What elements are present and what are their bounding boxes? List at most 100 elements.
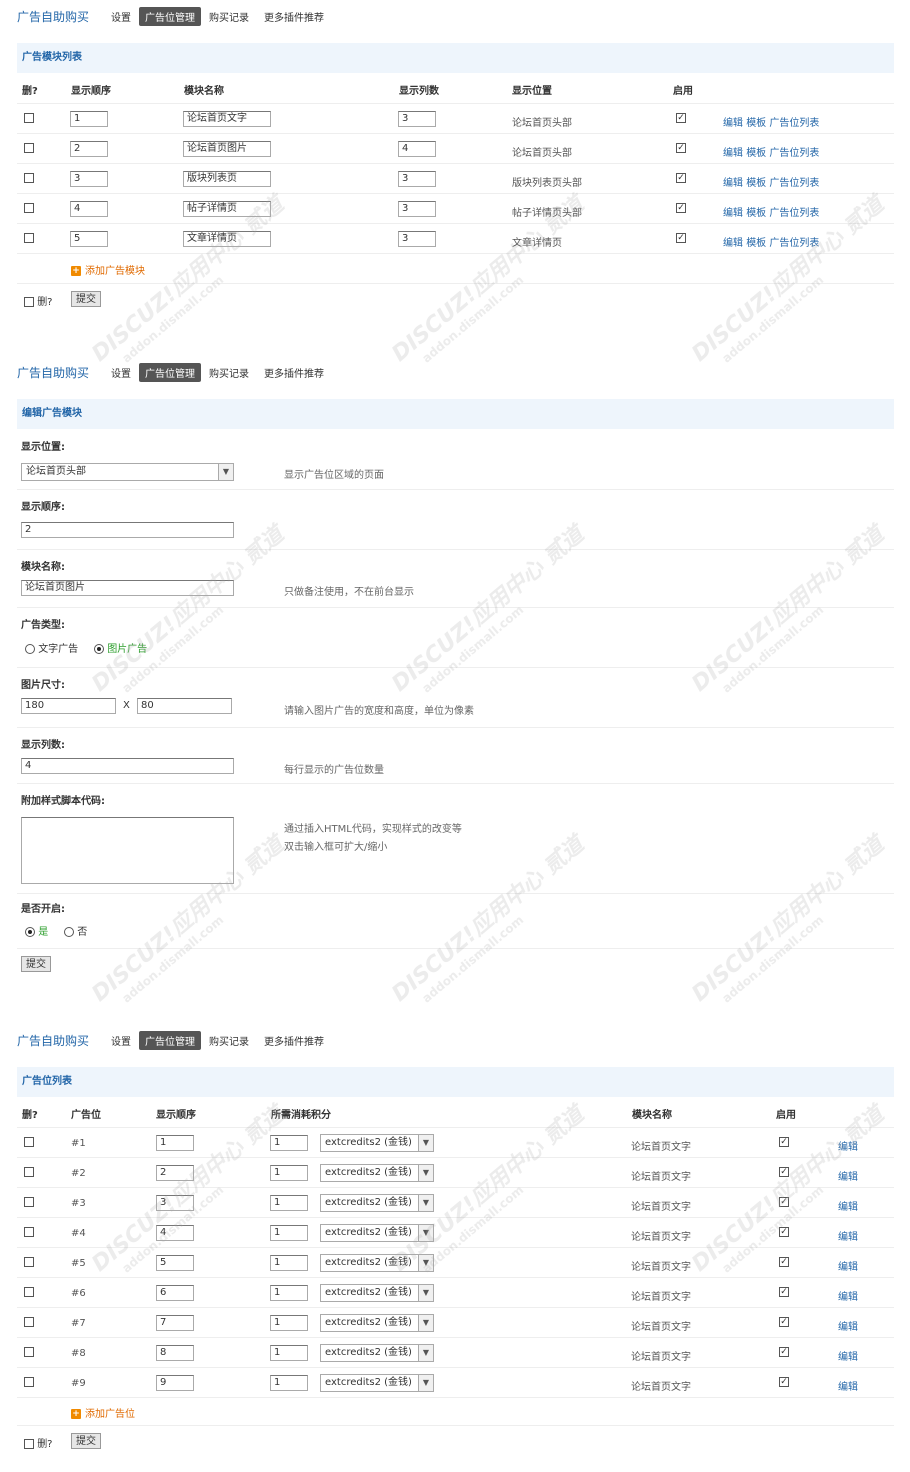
slot-edit-link[interactable]: 编辑	[838, 1228, 858, 1243]
credit-select[interactable]: extcredits2 (金钱) ▼	[320, 1314, 434, 1332]
slot-list-link[interactable]: 广告位列表	[769, 178, 819, 189]
credit-select[interactable]: extcredits2 (金钱) ▼	[320, 1134, 434, 1152]
order-input[interactable]: 3	[70, 171, 108, 187]
row-delete-checkbox[interactable]	[24, 143, 34, 154]
edit-submit-button[interactable]: 提交	[21, 956, 51, 972]
delete-checkbox[interactable]	[24, 233, 34, 243]
delete-checkbox[interactable]	[24, 1197, 34, 1207]
enabled-checkbox[interactable]	[779, 1197, 789, 1207]
enabled-checkbox[interactable]	[676, 203, 686, 213]
slot-cost-input[interactable]: 1	[270, 1135, 308, 1151]
slot-order-input[interactable]: 9	[156, 1375, 194, 1391]
enabled-checkbox[interactable]	[779, 1167, 789, 1177]
enabled-checkbox[interactable]	[676, 113, 686, 123]
slot-edit-link[interactable]: 编辑	[838, 1258, 858, 1273]
row-delete-checkbox[interactable]	[24, 173, 34, 184]
module-name-input[interactable]: 帖子详情页	[183, 201, 271, 217]
nav-item-more-plugins[interactable]: 更多插件推荐	[264, 363, 324, 382]
slot-order-input[interactable]: 2	[156, 1165, 194, 1181]
row-delete-checkbox[interactable]	[24, 233, 34, 244]
height-input[interactable]: 80	[137, 698, 232, 714]
slot-edit-link[interactable]: 编辑	[838, 1288, 858, 1303]
delete-checkbox[interactable]	[24, 1347, 34, 1357]
type-text-radio[interactable]	[25, 644, 35, 654]
cols-input[interactable]: 4	[398, 141, 436, 157]
delete-checkbox[interactable]	[24, 1167, 34, 1177]
delete-checkbox[interactable]	[24, 1287, 34, 1297]
open-no-option[interactable]: 否	[64, 923, 87, 938]
slot-edit-link[interactable]: 编辑	[838, 1318, 858, 1333]
edit-link[interactable]: 编辑	[723, 148, 743, 159]
position-select[interactable]: 论坛首页头部 ▼	[21, 463, 234, 481]
nav-item-purchase-log[interactable]: 购买记录	[209, 1031, 249, 1050]
slot-cost-input[interactable]: 1	[270, 1375, 308, 1391]
slot-cost-input[interactable]: 1	[270, 1195, 308, 1211]
slot-edit-link[interactable]: 编辑	[838, 1378, 858, 1393]
cols-input[interactable]: 4	[21, 758, 234, 774]
row-delete-checkbox[interactable]	[24, 1167, 34, 1178]
template-link[interactable]: 模板	[746, 238, 766, 249]
delete-checkbox[interactable]	[24, 203, 34, 213]
slot-edit-link[interactable]: 编辑	[838, 1348, 858, 1363]
delete-checkbox[interactable]	[24, 143, 34, 153]
slot-cost-input[interactable]: 1	[270, 1225, 308, 1241]
slot-cost-input[interactable]: 1	[270, 1345, 308, 1361]
nav-item-more-plugins[interactable]: 更多插件推荐	[264, 7, 324, 26]
enabled-checkbox[interactable]	[779, 1347, 789, 1357]
slot-cost-input[interactable]: 1	[270, 1315, 308, 1331]
delete-checkbox[interactable]	[24, 1377, 34, 1387]
submit-button[interactable]: 提交	[71, 291, 101, 307]
module-name-input[interactable]: 版块列表页	[183, 171, 271, 187]
slot-list-link[interactable]: 广告位列表	[769, 148, 819, 159]
nav-item-more-plugins[interactable]: 更多插件推荐	[264, 1031, 324, 1050]
row-delete-checkbox[interactable]	[24, 203, 34, 214]
credit-select[interactable]: extcredits2 (金钱) ▼	[320, 1374, 434, 1392]
edit-link[interactable]: 编辑	[723, 238, 743, 249]
row-delete-checkbox[interactable]	[24, 1197, 34, 1208]
slot-cost-input[interactable]: 1	[270, 1285, 308, 1301]
row-delete-checkbox[interactable]	[24, 1287, 34, 1298]
nav-item-settings[interactable]: 设置	[111, 1031, 131, 1050]
type-image-radio[interactable]	[94, 644, 104, 654]
order-input[interactable]: 1	[70, 111, 108, 127]
credit-select[interactable]: extcredits2 (金钱) ▼	[320, 1344, 434, 1362]
enabled-checkbox[interactable]	[779, 1377, 789, 1387]
order-input[interactable]: 5	[70, 231, 108, 247]
open-no-radio[interactable]	[64, 927, 74, 937]
credit-select[interactable]: extcredits2 (金钱) ▼	[320, 1224, 434, 1242]
module-name-input[interactable]: 论坛首页图片	[183, 141, 271, 157]
template-link[interactable]: 模板	[746, 178, 766, 189]
slot-edit-link[interactable]: 编辑	[838, 1198, 858, 1213]
delete-checkbox[interactable]	[24, 1257, 34, 1267]
template-link[interactable]: 模板	[746, 208, 766, 219]
order-input[interactable]: 2	[21, 522, 234, 538]
slot-order-input[interactable]: 5	[156, 1255, 194, 1271]
open-yes-option[interactable]: 是	[25, 923, 48, 938]
name-input[interactable]: 论坛首页图片	[21, 580, 234, 596]
slot-order-input[interactable]: 7	[156, 1315, 194, 1331]
enabled-checkbox[interactable]	[779, 1317, 789, 1327]
width-input[interactable]: 180	[21, 698, 116, 714]
row-delete-checkbox[interactable]	[24, 1257, 34, 1268]
style-textarea[interactable]	[21, 817, 234, 884]
nav-item-settings[interactable]: 设置	[111, 363, 131, 382]
slot-order-input[interactable]: 3	[156, 1195, 194, 1211]
slot-cost-input[interactable]: 1	[270, 1255, 308, 1271]
slot-order-input[interactable]: 4	[156, 1225, 194, 1241]
nav-item-ad-slots[interactable]: 广告位管理	[139, 1030, 202, 1050]
nav-item-ad-slots[interactable]: 广告位管理	[139, 6, 202, 26]
row-delete-checkbox[interactable]	[24, 1227, 34, 1238]
row-delete-checkbox[interactable]	[24, 1377, 34, 1388]
enabled-checkbox[interactable]	[779, 1257, 789, 1267]
row-delete-checkbox[interactable]	[24, 1137, 34, 1148]
open-yes-radio[interactable]	[25, 927, 35, 937]
cols-input[interactable]: 3	[398, 231, 436, 247]
delete-all-checkbox[interactable]	[24, 1439, 34, 1449]
template-link[interactable]: 模板	[746, 148, 766, 159]
delete-checkbox[interactable]	[24, 1227, 34, 1237]
delete-checkbox[interactable]	[24, 173, 34, 183]
edit-link[interactable]: 编辑	[723, 208, 743, 219]
delete-all-checkbox[interactable]	[24, 297, 34, 307]
slot-list-link[interactable]: 广告位列表	[769, 118, 819, 129]
module-name-input[interactable]: 论坛首页文字	[183, 111, 271, 127]
